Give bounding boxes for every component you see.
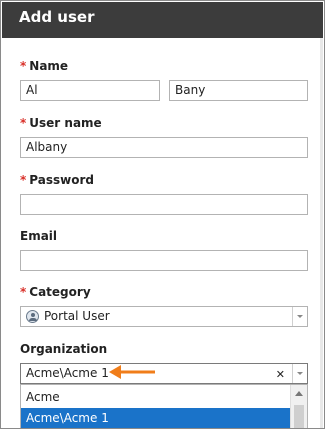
required-marker: *	[20, 116, 27, 130]
email-label: Email	[20, 229, 58, 243]
category-value: Portal User	[44, 309, 110, 323]
add-user-dialog: Add user * Name Al Bany * User name Albany…	[0, 0, 325, 429]
required-marker: *	[20, 285, 27, 299]
email-input[interactable]	[20, 250, 308, 271]
scroll-up-icon[interactable]	[295, 391, 303, 396]
dropdown-option[interactable]: Acme	[21, 387, 291, 407]
pointer-arrow-icon	[109, 365, 155, 379]
clear-icon[interactable]: ✕	[276, 367, 285, 382]
chevron-down-icon[interactable]	[292, 307, 307, 326]
chevron-down-icon[interactable]	[292, 364, 307, 383]
username-label: * User name	[20, 116, 102, 130]
last-name-input[interactable]: Bany	[169, 80, 308, 101]
dropdown-scrollbar[interactable]	[290, 385, 307, 428]
dialog-scrollbar[interactable]	[320, 38, 323, 428]
required-marker: *	[20, 173, 27, 187]
dialog-header: Add user	[2, 2, 323, 38]
organization-dropdown-list: Acme Acme\Acme 1	[20, 384, 308, 428]
category-label: * Category	[20, 285, 91, 299]
password-label: * Password	[20, 173, 94, 187]
scrollbar-thumb[interactable]	[294, 405, 304, 428]
organization-combobox[interactable]: Acme\Acme 1 ✕	[20, 363, 308, 384]
organization-label: Organization	[20, 342, 108, 356]
organization-value: Acme\Acme 1	[26, 366, 109, 380]
required-marker: *	[20, 59, 27, 73]
username-input[interactable]: Albany	[20, 137, 308, 158]
person-icon	[26, 310, 39, 323]
first-name-input[interactable]: Al	[20, 80, 160, 101]
dropdown-option-selected[interactable]: Acme\Acme 1	[21, 408, 291, 428]
dialog-title: Add user	[19, 8, 95, 26]
category-select[interactable]: Portal User	[20, 306, 308, 327]
password-input[interactable]	[20, 194, 308, 215]
name-label: * Name	[20, 59, 69, 73]
